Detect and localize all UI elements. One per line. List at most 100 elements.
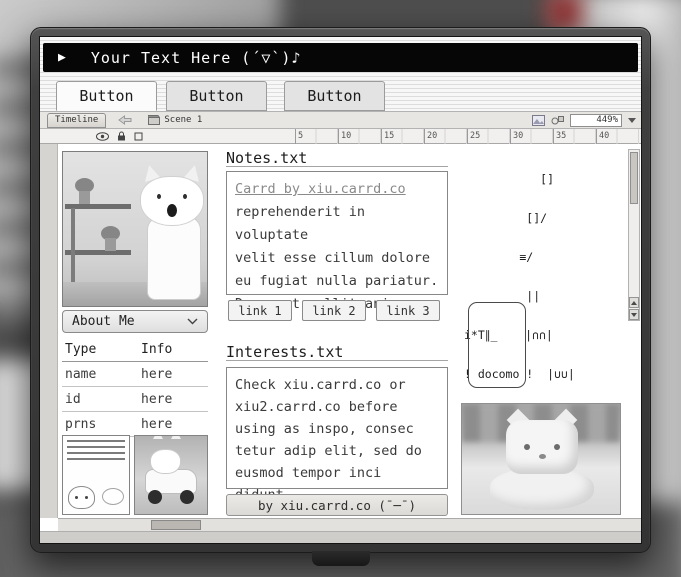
tab-button-3[interactable]: Button	[284, 81, 385, 111]
back-arrow-icon[interactable]	[118, 115, 132, 125]
interests-line: using as inspo, consec	[235, 418, 439, 440]
ruler-tick: 35	[553, 129, 596, 144]
edit-scene-icon[interactable]	[532, 115, 545, 126]
lock-icon[interactable]	[117, 131, 126, 141]
ruler-tick: 30	[510, 129, 553, 144]
photo-cat-eye	[157, 194, 161, 199]
interests-textbox: Check xiu.carrd.co or xiu2.carrd.co befo…	[226, 367, 448, 489]
snow-cat-body	[490, 468, 594, 510]
timeline-ruler: 5 10 15 20 25 30 35 40	[40, 129, 641, 144]
interests-line: xiu2.carrd.co before	[235, 396, 439, 418]
timeline-toolbar: Timeline Scene 1 449%	[40, 111, 641, 129]
ascii-phone-outline	[468, 302, 526, 388]
ruler-tick: 15	[381, 129, 424, 144]
table-header-type: Type	[62, 342, 141, 357]
titlebar: ▶ Your Text Here (´▽`)♪	[43, 43, 638, 72]
ascii-scrollbar[interactable]	[628, 149, 640, 321]
profile-photo	[62, 151, 208, 307]
eye-icon[interactable]	[96, 132, 109, 141]
tab-label: Button	[79, 87, 133, 105]
tab-label: Button	[307, 87, 361, 105]
left-gutter	[40, 144, 58, 518]
link-button-2[interactable]: link 2	[302, 300, 366, 321]
snow-cat-eye	[554, 444, 560, 450]
notes-line: reprehenderit in voluptate	[235, 201, 439, 247]
hscroll-thumb[interactable]	[151, 520, 201, 530]
photo-pot	[79, 191, 90, 204]
zoom-value: 449%	[596, 115, 618, 125]
photo-cat-body	[147, 216, 201, 300]
monitor-stand	[312, 551, 370, 566]
link-button-3[interactable]: link 3	[376, 300, 440, 321]
horizontal-scrollbar[interactable]	[58, 518, 642, 531]
table-row: name here	[62, 362, 208, 387]
notes-heading: Notes.txt	[226, 149, 448, 167]
manga-cat	[68, 486, 95, 509]
manga-speech-bubble	[102, 488, 124, 505]
timeline-tab[interactable]: Timeline	[47, 113, 106, 128]
credit-label: by xiu.carrd.co (¯─¯)	[258, 498, 416, 513]
manga-thumbnail	[62, 435, 130, 515]
play-icon: ▶	[58, 51, 66, 64]
photo-cat-eye	[183, 194, 187, 199]
photo-shelf-leg	[71, 208, 75, 284]
vscroll-thumb[interactable]	[630, 152, 638, 204]
frame-ruler[interactable]: 5 10 15 20 25 30 35 40	[295, 129, 639, 144]
about-me-button[interactable]: About Me	[62, 310, 208, 333]
ruler-tick: 5	[295, 129, 338, 144]
row-value: here	[141, 367, 208, 382]
zoom-select[interactable]: 449%	[570, 114, 622, 127]
photo-cat-head	[140, 176, 204, 226]
table-header-row: Type Info	[62, 337, 208, 362]
tab-label: Button	[189, 87, 243, 105]
scroll-up-icon[interactable]	[629, 297, 639, 308]
table-row: prns here	[62, 412, 208, 437]
tab-button-2[interactable]: Button	[166, 81, 267, 111]
interests-heading: Interests.txt	[226, 343, 448, 361]
notes-line: eu fugiat nulla pariatur.	[235, 270, 439, 293]
info-table: Type Info name here id here prns here	[62, 337, 208, 437]
carrd-credit-link[interactable]: Carrd by xiu.carrd.co	[235, 181, 406, 197]
ascii-line: []/	[464, 212, 626, 225]
page-title: Your Text Here (´▽`)♪	[91, 49, 302, 67]
car-wheel	[180, 490, 194, 504]
row-key: prns	[62, 417, 141, 432]
outline-square-icon[interactable]	[134, 132, 143, 141]
link-button-1[interactable]: link 1	[228, 300, 292, 321]
table-header-info: Info	[141, 342, 208, 357]
scroll-down-icon[interactable]	[629, 309, 639, 320]
ruler-tick: 10	[338, 129, 381, 144]
ascii-line: []	[464, 173, 626, 186]
ruler-tick: 20	[424, 129, 467, 144]
ascii-line: ≡/	[464, 251, 626, 264]
app-window: ▶ Your Text Here (´▽`)♪ Button Button Bu…	[39, 36, 642, 544]
row-value: here	[141, 417, 208, 432]
ruler-tick: 25	[467, 129, 510, 144]
photo-cat-mouth	[167, 204, 177, 217]
notes-textbox: Carrd by xiu.carrd.co reprehenderit in v…	[226, 171, 448, 295]
link-button-row: link 1 link 2 link 3	[228, 300, 450, 321]
manga-text-lines	[67, 440, 125, 464]
notes-line: velit esse cillum dolore	[235, 247, 439, 270]
zoom-dropdown-icon[interactable]	[628, 118, 636, 123]
tab-button-1[interactable]: Button	[56, 81, 157, 111]
car-cat-ear	[153, 435, 163, 439]
scene-label: Scene 1	[164, 115, 202, 125]
stage-content: About Me Type Info name here id here prn…	[40, 144, 641, 518]
snow-cat-eye	[524, 444, 530, 450]
row-key: id	[62, 392, 141, 407]
row-value: here	[141, 392, 208, 407]
table-row: id here	[62, 387, 208, 412]
scene-breadcrumb: Scene 1	[148, 115, 202, 125]
snow-cat-nose	[539, 454, 546, 459]
row-key: name	[62, 367, 141, 382]
interests-line: tetur adip elit, sed do	[235, 440, 439, 462]
edit-symbols-icon[interactable]	[551, 115, 564, 126]
snow-cat-photo	[461, 403, 621, 515]
snow-cat-head	[506, 420, 578, 474]
interests-line: Check xiu.carrd.co or	[235, 374, 439, 396]
credit-button[interactable]: by xiu.carrd.co (¯─¯)	[226, 494, 448, 516]
chevron-down-icon	[187, 318, 198, 325]
scene-icon	[148, 115, 160, 125]
window-bottom-strip	[40, 531, 641, 544]
